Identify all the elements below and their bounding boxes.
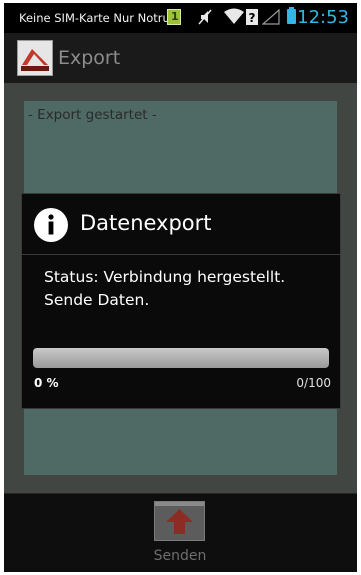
app-title: Export (58, 47, 121, 69)
sim-notification-icon (167, 9, 181, 25)
wifi-icon (223, 8, 245, 29)
upload-arrow-icon (154, 501, 205, 541)
svg-text:?: ? (249, 11, 256, 25)
app-logo-icon[interactable] (17, 40, 53, 76)
status-line: Status: Verbindung hergestellt. (44, 268, 286, 286)
log-text: - Export gestartet - (28, 107, 157, 123)
action-bar: Export (4, 33, 357, 83)
info-icon (34, 208, 68, 242)
carrier-text: Keine SIM-Karte Nur Notrufe (19, 11, 181, 25)
send-label: Senden (153, 548, 207, 564)
send-button[interactable]: Senden (130, 496, 230, 571)
sending-line: Sende Daten. (44, 291, 150, 309)
battery-icon (287, 7, 296, 24)
dialog-message: Status: Verbindung hergestellt. Sende Da… (44, 266, 334, 312)
dialog-header: Datenexport (22, 194, 340, 255)
data-unknown-icon: ? (246, 9, 258, 29)
status-bar: Keine SIM-Karte Nur Notrufe ? 12:53 (4, 3, 357, 33)
bottom-bar: Senden (4, 493, 357, 572)
progress-percent: 0 % (34, 376, 59, 390)
muted-icon (197, 9, 213, 29)
progress-count: 0/100 (296, 376, 331, 390)
clock: 12:53 (297, 7, 349, 28)
no-signal-icon (261, 8, 280, 29)
progress-bar (33, 348, 329, 368)
dialog-title: Datenexport (80, 211, 212, 235)
device-screen: Keine SIM-Karte Nur Notrufe ? 12:53 (4, 3, 357, 572)
export-dialog: Datenexport Status: Verbindung hergestel… (21, 193, 341, 409)
